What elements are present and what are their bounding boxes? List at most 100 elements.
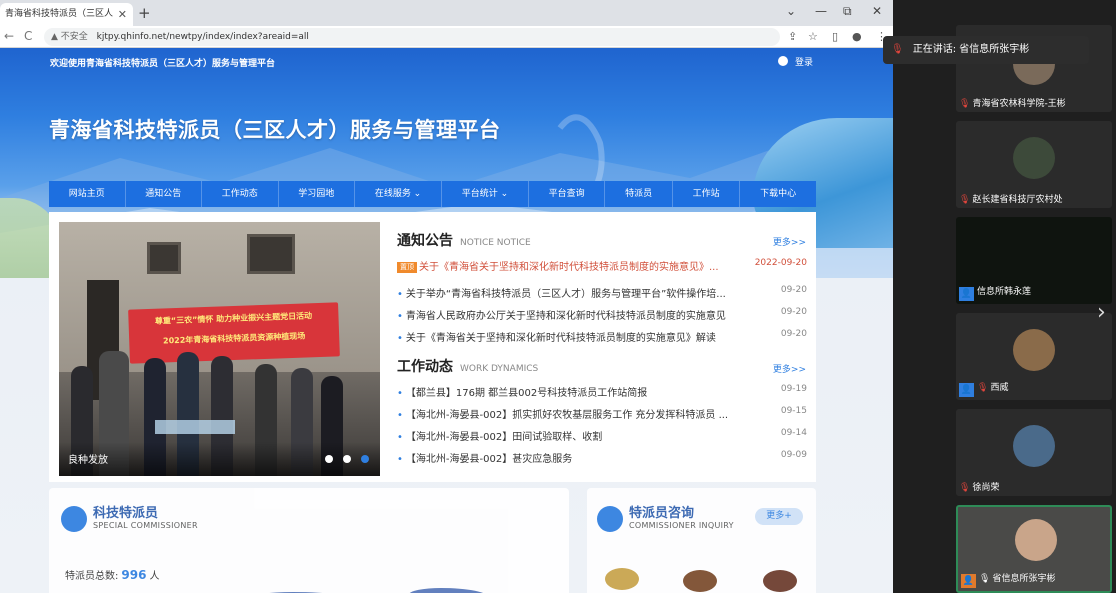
notice-header: 通知公告 NOTICE NOTICE [397,230,531,250]
dynamics-header: 工作动态 WORK DYNAMICS [397,356,538,376]
user-icon: 👤 [959,383,974,397]
speaking-text: 正在讲话: 省信息所张宇彬 [912,44,1030,55]
participant-name: 🎙 徐尚荣 [959,483,1000,493]
pinned-badge: 置顶 [397,262,417,273]
commissioner-total-unit: 人 [149,571,160,582]
commissioner-total: 特派员总数: 996 人 [65,567,159,582]
slider-dot[interactable] [343,455,351,463]
participant-avatar [1013,329,1055,371]
dynamics-more-link[interactable]: 更多>> [773,362,806,375]
pinned-notice-date: 2022-09-20 [754,258,807,268]
mic-off-icon: 🎙 [891,44,904,55]
participant-tile[interactable]: 👤 🎙 西威 [956,313,1112,400]
event-banner: 尊重“三农”情怀 助力种业振兴主题党日活动 2022年青海省科技特派员资源种植现… [128,302,340,364]
photo-slider[interactable]: 尊重“三农”情怀 助力种业振兴主题党日活动 2022年青海省科技特派员资源种植现… [59,222,380,476]
nav-statistics[interactable]: 平台统计 ⌄ [442,181,529,207]
window-image [247,234,295,274]
user-icon: 👤 [961,574,976,588]
participant-name: 👤 信息所韩永莲 [959,287,1032,301]
address-bar: ← → C ▲ 不安全 kjtpy.qhinfo.net/newtpy/inde… [0,26,893,48]
participant-name: 🎙 赵长建省科技厅农村处 [959,195,1063,205]
notice-more-link[interactable]: 更多>> [773,235,806,248]
dynamics-item[interactable]: • 【都兰县】176期 都兰县002号科技特派员工作站简报 09-19 [397,384,807,399]
tab-close-icon[interactable]: ✕ [118,3,127,26]
dynamics-item-date: 09-15 [780,406,807,416]
close-window-button[interactable]: ✕ [872,4,882,18]
notice-item[interactable]: • 青海省人民政府办公厅关于坚持和深化新时代科技特派员制度的实施意见 09-20 [397,307,807,322]
notice-item-date: 09-20 [780,285,807,295]
tab-search-icon[interactable]: ⌄ [786,4,796,18]
nav-learning[interactable]: 学习园地 [279,181,356,207]
nav-workstation[interactable]: 工作站 [673,181,741,207]
login-label: 登录 [795,58,814,68]
inquiry-panel: 特派员咨询 COMMISSIONER INQUIRY 更多+ [587,488,816,593]
url-input[interactable]: ▲ 不安全 kjtpy.qhinfo.net/newtpy/index/inde… [44,28,780,46]
pinned-notice-text: 关于《青海省关于坚持和深化新时代科技特派员制度的实施意见》... [419,262,719,273]
dynamics-item-date: 09-09 [780,450,807,460]
inquiry-subtitle: COMMISSIONER INQUIRY [629,521,734,530]
dynamics-item[interactable]: • 【海北州-海晏县-002】田间试验取样、收割 09-14 [397,428,807,443]
produce-image [763,570,797,592]
speaking-indicator: 🎙 正在讲话: 省信息所张宇彬 [883,36,1089,64]
window-image [147,242,181,274]
nav-query[interactable]: 平台查询 [529,181,606,207]
nav-dynamics[interactable]: 工作动态 [202,181,279,207]
login-link[interactable]: 登录 [778,55,813,68]
participant-name: 👤 🎙 省信息所张宇彬 [961,574,1056,588]
dynamics-item-text: 【海北州-海晏县-002】甚灾应急服务 [405,454,573,465]
dynamics-item[interactable]: • 【海北州-海晏县-002】抓实抓好农牧基层服务工作 充分发挥科特派员 ... 0… [397,406,807,421]
browser-window: 青海省科技特派员（三区人才） ✕ + ⌄ — ⧉ ✕ ← → C ▲ 不安全 k… [0,0,893,593]
notice-title-en: NOTICE NOTICE [460,238,531,248]
nav-home[interactable]: 网站主页 [49,181,126,207]
notice-item[interactable]: • 关于举办“青海省科技特派员（三区人才）服务与管理平台”软件操作培... 09-2… [397,285,807,300]
back-button[interactable]: ← [4,29,14,43]
minimize-button[interactable]: — [815,4,827,18]
dynamics-item-date: 09-14 [780,428,807,438]
tab-title: 青海省科技特派员（三区人才） [5,9,113,19]
star-icon[interactable]: ☆ [808,30,818,43]
map-shape [409,588,489,593]
dynamics-item-text: 【海北州-海晏县-002】抓实抓好农牧基层服务工作 充分发挥科特派员 ... [405,410,729,421]
dynamics-title: 工作动态 [397,359,453,375]
mic-off-icon: 🎙 [959,195,971,205]
participant-tile[interactable]: 🎙 徐尚荣 [956,409,1112,496]
slider-dot[interactable] [325,455,333,463]
participant-tile[interactable]: 👤 信息所韩永莲 [956,217,1112,304]
nav-download[interactable]: 下载中心 [740,181,816,207]
profile-icon[interactable]: ● [852,30,862,43]
pinned-notice[interactable]: 置顶 关于《青海省关于坚持和深化新时代科技特派员制度的实施意见》... 2022-… [397,258,807,273]
produce-image [683,570,717,592]
participant-tile[interactable]: 🎙 赵长建省科技厅农村处 [956,121,1112,208]
slider-dot-active[interactable] [361,455,369,463]
commissioner-icon [61,506,87,532]
dynamics-item[interactable]: • 【海北州-海晏县-002】甚灾应急服务 09-09 [397,450,807,465]
news-card: 尊重“三农”情怀 助力种业振兴主题党日活动 2022年青海省科技特派员资源种植现… [49,212,816,482]
slide-caption: 良种发放 [68,455,108,466]
inquiry-more-button[interactable]: 更多+ [755,508,803,525]
sidebar-icon[interactable]: ▯ [832,30,838,43]
commissioner-total-value: 996 [121,568,147,582]
event-banner-text: 尊重“三农”情怀 助力种业振兴主题党日活动 [154,311,313,326]
participant-name: 🎙 青海省农林科学院-王彬 [959,99,1066,109]
nav-commissioner[interactable]: 特派员 [605,181,673,207]
nav-notice[interactable]: 通知公告 [126,181,203,207]
share-icon[interactable]: ⇪ [788,30,797,43]
notice-item[interactable]: • 关于《青海省关于坚持和深化新时代科技特派员制度的实施意见》解读 09-20 [397,329,807,344]
new-tab-button[interactable]: + [138,3,151,23]
notice-item-text: 关于举办“青海省科技特派员（三区人才）服务与管理平台”软件操作培... [405,289,726,300]
reload-button[interactable]: C [24,29,32,43]
inquiry-icon [597,506,623,532]
nav-online-service[interactable]: 在线服务 ⌄ [355,181,442,207]
maximize-button[interactable]: ⧉ [843,4,852,19]
user-icon: 👤 [959,287,974,301]
commissioner-subtitle: SPECIAL COMMISSIONER [93,521,198,530]
security-indicator[interactable]: ▲ 不安全 [51,32,88,42]
participant-tile-active[interactable]: 👤 🎙 省信息所张宇彬 [956,505,1112,593]
next-page-arrow[interactable]: › [1097,300,1106,325]
mic-icon: 🎙 [979,574,991,584]
participant-avatar [1013,137,1055,179]
browser-tab[interactable]: 青海省科技特派员（三区人才） ✕ [0,3,133,26]
commissioner-panel: 科技特派员 SPECIAL COMMISSIONER 特派员总数: 996 人 [49,488,569,593]
notice-item-date: 09-20 [780,329,807,339]
main-nav: 网站主页 通知公告 工作动态 学习园地 在线服务 ⌄ 平台统计 ⌄ 平台查询 特… [49,181,816,207]
